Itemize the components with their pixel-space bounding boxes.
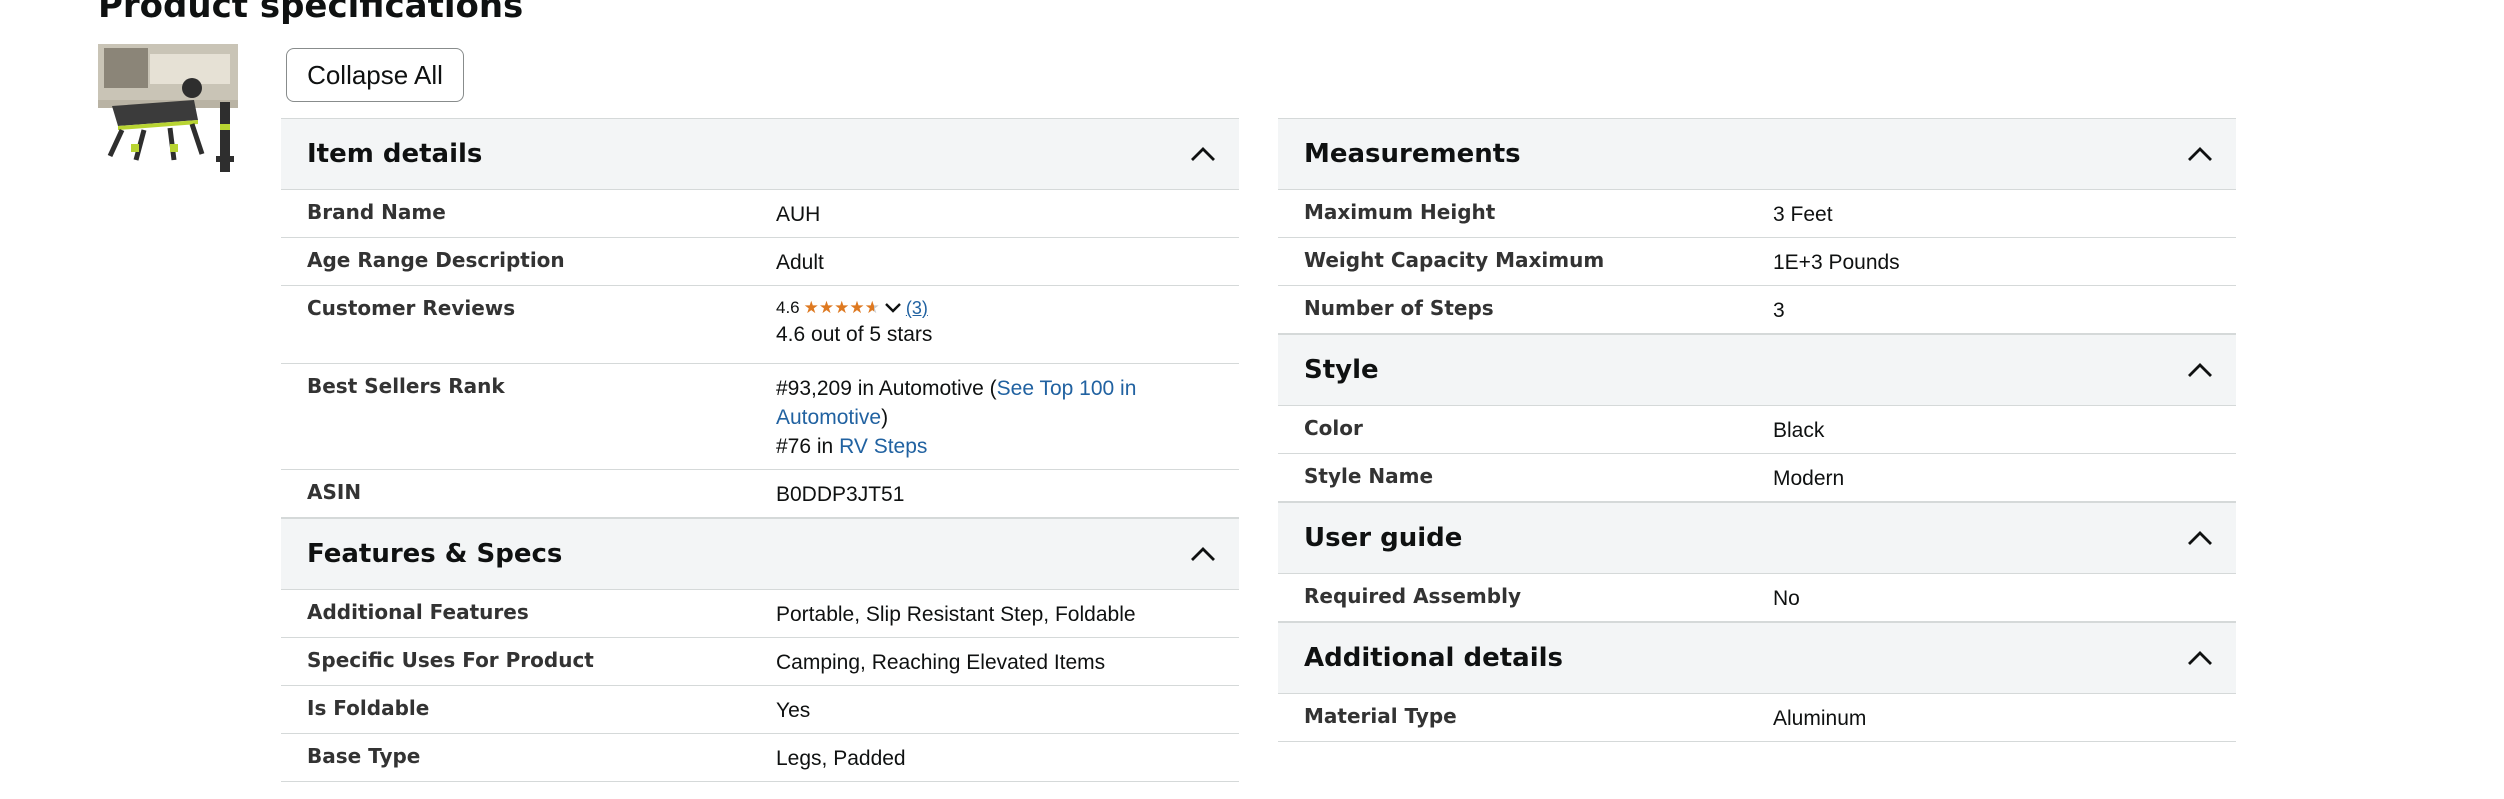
chevron-up-icon[interactable] bbox=[2186, 357, 2214, 383]
spec-value: Black bbox=[1773, 419, 1825, 442]
star-icon: ★ bbox=[803, 298, 819, 317]
spec-row-weight-capacity: Weight Capacity Maximum 1E+3 Pounds bbox=[1278, 238, 2236, 286]
spec-label: Age Range Description bbox=[307, 248, 565, 272]
spec-row-material-type: Material Type Aluminum bbox=[1278, 694, 2236, 742]
half-star-icon: ★ bbox=[864, 298, 880, 317]
rank-text: #93,209 in Automotive ( bbox=[776, 377, 997, 400]
product-thumbnail[interactable] bbox=[98, 44, 238, 180]
rating-number: 4.6 bbox=[776, 298, 800, 317]
section-title: Style bbox=[1304, 355, 1379, 385]
spec-value: Camping, Reaching Elevated Items bbox=[776, 651, 1106, 674]
spec-row-required-assembly: Required Assembly No bbox=[1278, 574, 2236, 622]
chevron-up-icon[interactable] bbox=[1189, 141, 1217, 167]
rating-line[interactable]: 4.6 ★ ★ ★ ★ ★ (3) bbox=[776, 296, 1219, 320]
spec-row-number-of-steps: Number of Steps 3 bbox=[1278, 286, 2236, 334]
spec-row-base-type: Base Type Legs, Padded bbox=[281, 734, 1239, 782]
spec-row-maximum-height: Maximum Height 3 Feet bbox=[1278, 190, 2236, 238]
spec-row-brand-name: Brand Name AUH bbox=[281, 190, 1239, 238]
spec-value: 4.6 ★ ★ ★ ★ ★ (3) 4.6 out of 5 stars bbox=[776, 296, 1219, 349]
section-header-style[interactable]: Style bbox=[1278, 334, 2236, 406]
spec-label: Base Type bbox=[307, 744, 421, 768]
spec-label: ASIN bbox=[307, 480, 362, 504]
left-spec-column: Item details Brand Name AUH Age Range De… bbox=[281, 118, 1239, 782]
spec-label: Brand Name bbox=[307, 200, 446, 224]
collapse-all-button[interactable]: Collapse All bbox=[286, 48, 464, 102]
section-header-additional-details[interactable]: Additional details bbox=[1278, 622, 2236, 694]
star-rating[interactable]: ★ ★ ★ ★ ★ bbox=[804, 298, 880, 318]
spec-label: Style Name bbox=[1304, 464, 1434, 488]
spec-label: Material Type bbox=[1304, 704, 1457, 728]
spec-label: Is Foldable bbox=[307, 696, 430, 720]
rank-line-secondary: #76 in RV Steps bbox=[776, 432, 1149, 461]
spec-value: Adult bbox=[776, 251, 824, 274]
section-title: User guide bbox=[1304, 523, 1463, 553]
spec-row-age-range: Age Range Description Adult bbox=[281, 238, 1239, 286]
spec-label: Additional Features bbox=[307, 600, 529, 624]
rank-line-primary: #93,209 in Automotive (See Top 100 in Au… bbox=[776, 374, 1149, 432]
spec-value: AUH bbox=[776, 203, 821, 226]
chevron-down-icon[interactable] bbox=[884, 301, 902, 315]
spec-row-color: Color Black bbox=[1278, 406, 2236, 454]
spec-value: Legs, Padded bbox=[776, 747, 906, 770]
spec-value: Portable, Slip Resistant Step, Foldable bbox=[776, 603, 1136, 626]
rating-summary: 4.6 out of 5 stars bbox=[776, 323, 933, 346]
rank-text: #76 in bbox=[776, 435, 840, 458]
spec-label: Weight Capacity Maximum bbox=[1304, 248, 1605, 272]
section-header-item-details[interactable]: Item details bbox=[281, 118, 1239, 190]
spec-row-additional-features: Additional Features Portable, Slip Resis… bbox=[281, 590, 1239, 638]
spec-label: Number of Steps bbox=[1304, 296, 1494, 320]
star-icon: ★ bbox=[834, 298, 850, 317]
spec-row-is-foldable: Is Foldable Yes bbox=[281, 686, 1239, 734]
category-link[interactable]: RV Steps bbox=[839, 435, 927, 458]
spec-row-asin: ASIN B0DDP3JT51 bbox=[281, 470, 1239, 518]
spec-value: 3 Feet bbox=[1773, 203, 1833, 226]
section-header-features-specs[interactable]: Features & Specs bbox=[281, 518, 1239, 590]
spec-value: #93,209 in Automotive (See Top 100 in Au… bbox=[776, 374, 1149, 461]
review-count-link[interactable]: (3) bbox=[906, 296, 928, 320]
spec-label: Best Sellers Rank bbox=[307, 374, 505, 398]
chevron-up-icon[interactable] bbox=[2186, 525, 2214, 551]
star-icon: ★ bbox=[849, 298, 865, 317]
section-title: Additional details bbox=[1304, 643, 1563, 673]
spec-value: Modern bbox=[1773, 467, 1845, 490]
spec-value: B0DDP3JT51 bbox=[776, 483, 905, 506]
spec-row-customer-reviews: Customer Reviews 4.6 ★ ★ ★ ★ ★ (3) 4.6 o… bbox=[281, 286, 1239, 364]
spec-row-specific-uses: Specific Uses For Product Camping, Reach… bbox=[281, 638, 1239, 686]
section-header-measurements[interactable]: Measurements bbox=[1278, 118, 2236, 190]
spec-label: Customer Reviews bbox=[307, 296, 516, 320]
spec-row-best-sellers-rank: Best Sellers Rank #93,209 in Automotive … bbox=[281, 364, 1239, 470]
section-header-user-guide[interactable]: User guide bbox=[1278, 502, 2236, 574]
spec-label: Maximum Height bbox=[1304, 200, 1496, 224]
spec-label: Color bbox=[1304, 416, 1363, 440]
right-spec-column: Measurements Maximum Height 3 Feet Weigh… bbox=[1278, 118, 2236, 742]
spec-row-style-name: Style Name Modern bbox=[1278, 454, 2236, 502]
spec-label: Specific Uses For Product bbox=[307, 648, 594, 672]
spec-label: Required Assembly bbox=[1304, 584, 1521, 608]
section-title: Measurements bbox=[1304, 139, 1521, 169]
chevron-up-icon[interactable] bbox=[2186, 645, 2214, 671]
rank-text-close: ) bbox=[881, 406, 889, 429]
spec-value: Aluminum bbox=[1773, 707, 1867, 730]
spec-value: Yes bbox=[776, 699, 811, 722]
page-title: Product specifications bbox=[98, 0, 524, 26]
spec-value: 1E+3 Pounds bbox=[1773, 251, 1900, 274]
chevron-up-icon[interactable] bbox=[2186, 141, 2214, 167]
spec-value: No bbox=[1773, 587, 1800, 610]
star-icon: ★ bbox=[818, 298, 835, 317]
spec-value: 3 bbox=[1773, 299, 1785, 322]
section-title: Item details bbox=[307, 139, 483, 169]
section-title: Features & Specs bbox=[307, 539, 563, 569]
chevron-up-icon[interactable] bbox=[1189, 541, 1217, 567]
